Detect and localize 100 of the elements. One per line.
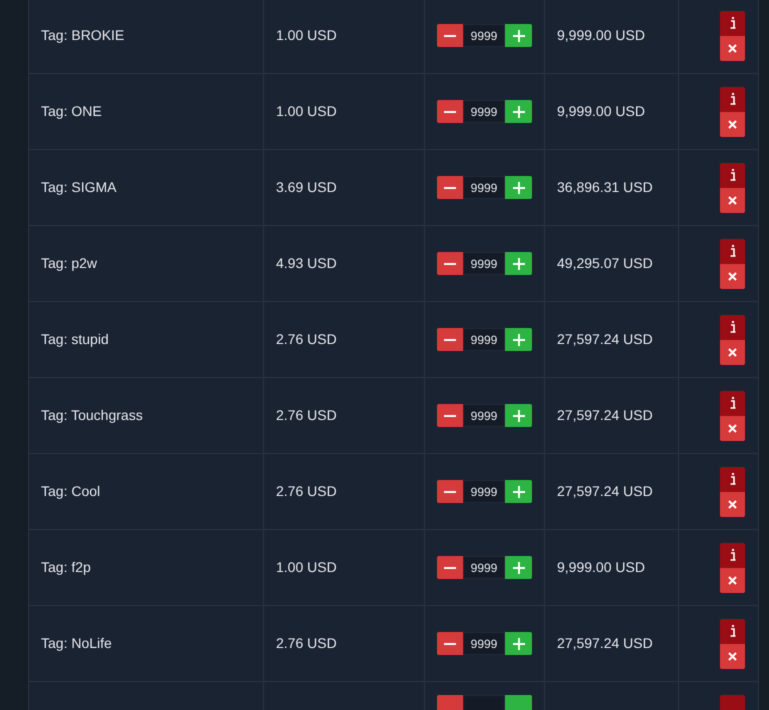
- item-total: 9,999.00 USD: [557, 26, 645, 45]
- decrease-button[interactable]: [437, 252, 463, 275]
- decrease-button[interactable]: [437, 100, 463, 123]
- increase-button[interactable]: [505, 480, 532, 503]
- info-icon: [730, 169, 736, 181]
- plus-icon: [512, 562, 524, 574]
- close-icon: [728, 196, 737, 204]
- increase-button[interactable]: [505, 100, 532, 123]
- quantity-field[interactable]: 9999: [463, 556, 505, 579]
- quantity-field[interactable]: 9999: [463, 176, 505, 199]
- remove-button[interactable]: [720, 492, 745, 516]
- info-icon: [730, 321, 736, 333]
- item-price: 2.76 USD: [276, 406, 337, 425]
- item-price: 4.93 USD: [276, 254, 337, 273]
- plus-icon: [512, 182, 524, 194]
- info-button[interactable]: [720, 542, 745, 568]
- minus-icon: [444, 566, 456, 568]
- info-button[interactable]: [720, 466, 745, 492]
- remove-button[interactable]: [720, 568, 745, 592]
- minus-icon: [444, 34, 456, 36]
- minus-icon: [444, 490, 456, 492]
- quantity-field[interactable]: 9999: [463, 480, 505, 503]
- plus-icon: [512, 258, 524, 270]
- item-total: 27,597.24 USD: [557, 634, 653, 653]
- plus-icon: [512, 106, 524, 118]
- item-total: 9,999.00 USD: [557, 102, 645, 121]
- quantity-field[interactable]: 9999: [463, 252, 505, 275]
- minus-icon: [444, 338, 456, 340]
- info-button[interactable]: [720, 618, 745, 644]
- item-total: 49,295.07 USD: [557, 254, 653, 273]
- info-button[interactable]: [720, 238, 745, 264]
- close-icon: [728, 500, 737, 508]
- decrease-button[interactable]: [437, 632, 463, 655]
- increase-button[interactable]: [505, 404, 532, 427]
- increase-button[interactable]: [505, 252, 532, 275]
- plus-icon: [512, 30, 524, 42]
- info-icon: [730, 397, 736, 409]
- plus-icon: [512, 638, 524, 650]
- info-button[interactable]: [720, 314, 745, 340]
- decrease-button[interactable]: [437, 24, 463, 47]
- increase-button[interactable]: [505, 24, 532, 47]
- item-name: Tag: SIGMA: [41, 178, 116, 197]
- minus-icon: [444, 414, 456, 416]
- item-total: 27,597.24 USD: [557, 406, 653, 425]
- quantity-field[interactable]: 9999: [463, 632, 505, 655]
- decrease-button[interactable]: [437, 328, 463, 351]
- remove-button[interactable]: [720, 112, 745, 136]
- item-name: Tag: NoLife: [41, 634, 112, 653]
- quantity-field[interactable]: 9999: [463, 100, 505, 123]
- item-price: 1.00 USD: [276, 26, 337, 45]
- increase-button[interactable]: [505, 556, 532, 579]
- quantity-field[interactable]: 9999: [463, 24, 505, 47]
- remove-button[interactable]: [720, 644, 745, 668]
- minus-icon: [444, 110, 456, 112]
- plus-icon: [512, 334, 524, 346]
- item-price: 1.00 USD: [276, 102, 337, 121]
- decrease-button[interactable]: [437, 480, 463, 503]
- item-price: 2.76 USD: [276, 634, 337, 653]
- info-button[interactable]: [720, 162, 745, 188]
- increase-button[interactable]: [505, 632, 532, 655]
- decrease-button[interactable]: [437, 556, 463, 579]
- remove-button[interactable]: [720, 340, 745, 364]
- info-button[interactable]: [720, 86, 745, 112]
- plus-icon: [512, 486, 524, 498]
- decrease-button[interactable]: [437, 176, 463, 199]
- remove-button[interactable]: [720, 36, 745, 60]
- minus-icon: [444, 262, 456, 264]
- quantity-field[interactable]: 9999: [463, 328, 505, 351]
- close-icon: [728, 120, 737, 128]
- minus-icon: [444, 186, 456, 188]
- close-icon: [728, 652, 737, 660]
- info-button[interactable]: [720, 390, 745, 416]
- item-price: 3.69 USD: [276, 178, 337, 197]
- remove-button[interactable]: [720, 416, 745, 440]
- item-total: 36,896.31 USD: [557, 178, 653, 197]
- info-icon: [730, 549, 736, 561]
- increase-button[interactable]: [505, 176, 532, 199]
- quantity-field[interactable]: 9999: [463, 404, 505, 427]
- decrease-button[interactable]: [437, 404, 463, 427]
- close-icon: [728, 272, 737, 280]
- remove-button[interactable]: [720, 188, 745, 212]
- item-name: Tag: Touchgrass: [41, 406, 143, 425]
- info-icon: [730, 245, 736, 257]
- info-icon: [730, 473, 736, 485]
- plus-icon: [512, 410, 524, 422]
- close-icon: [728, 348, 737, 356]
- item-price: 1.00 USD: [276, 558, 337, 577]
- info-icon: [730, 93, 736, 105]
- increase-button[interactable]: [505, 328, 532, 351]
- close-icon: [728, 424, 737, 432]
- info-button[interactable]: [720, 10, 745, 36]
- item-price: 2.76 USD: [276, 330, 337, 349]
- close-icon: [728, 44, 737, 52]
- minus-icon: [444, 642, 456, 644]
- item-price: 2.76 USD: [276, 482, 337, 501]
- item-name: Tag: stupid: [41, 330, 109, 349]
- item-name: Tag: p2w: [41, 254, 98, 273]
- remove-button[interactable]: [720, 264, 745, 288]
- item-name: Tag: ONE: [41, 102, 102, 121]
- item-name: Tag: f2p: [41, 558, 91, 577]
